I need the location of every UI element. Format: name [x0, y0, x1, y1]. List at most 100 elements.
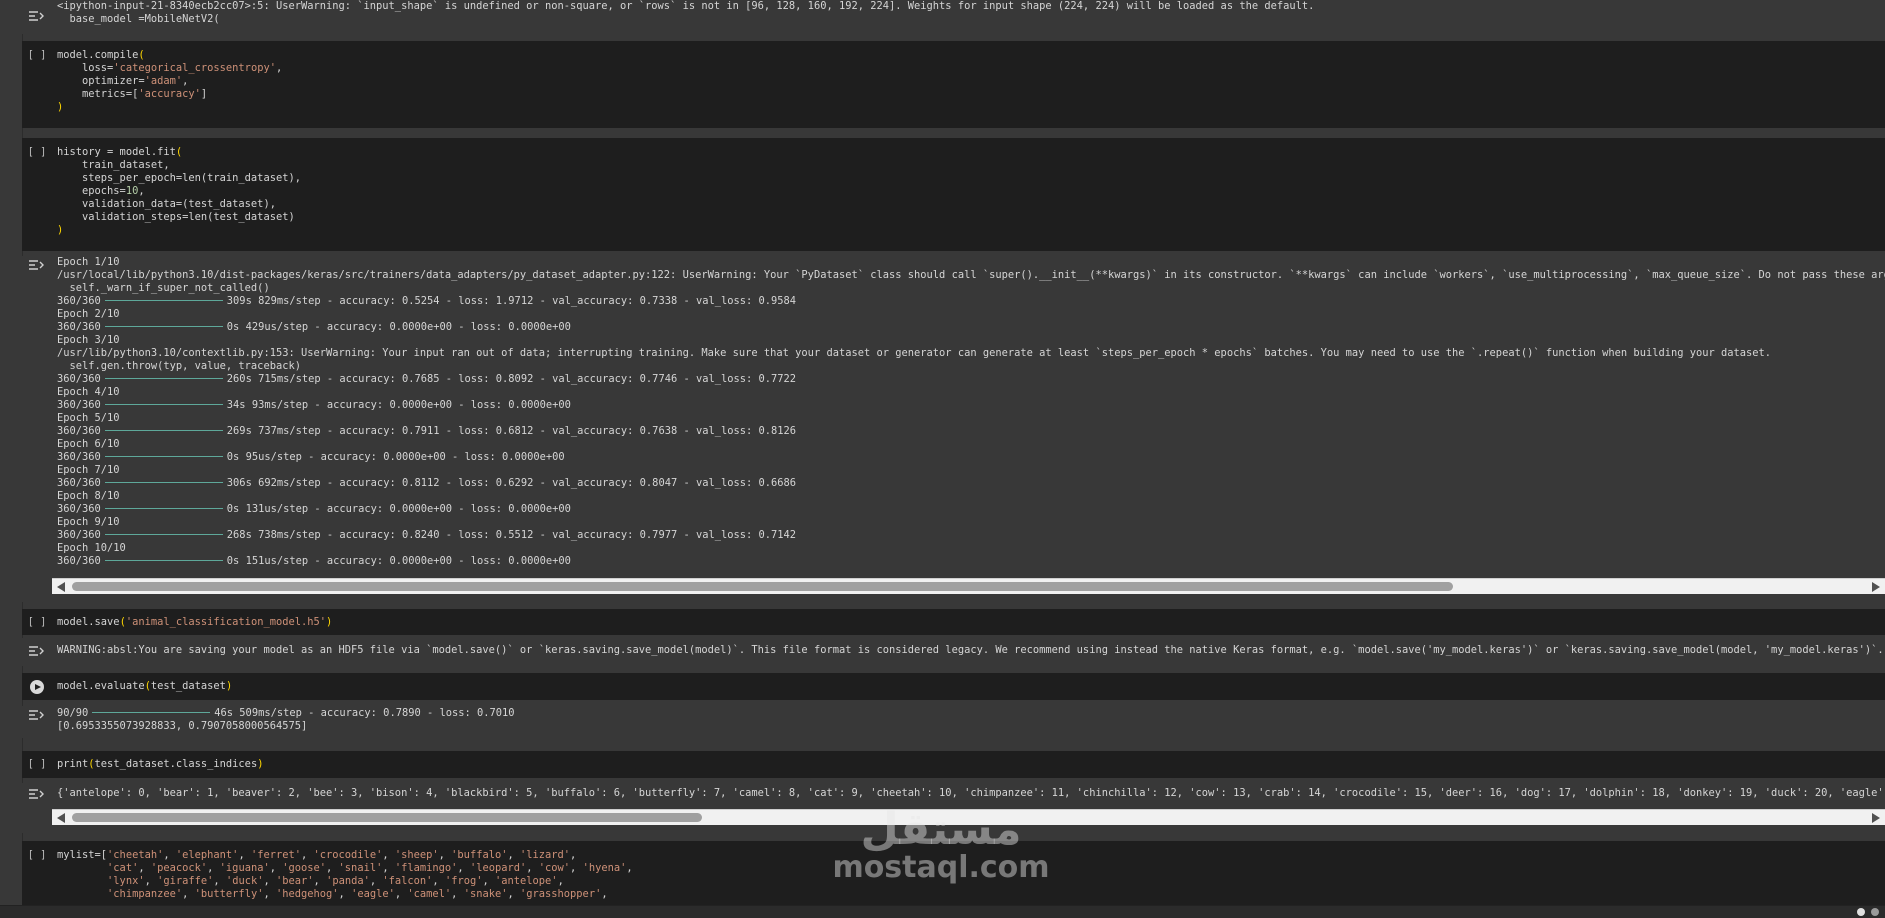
- code-text: ,: [144, 875, 158, 887]
- string-literal: 'iguana': [219, 862, 270, 874]
- progress-metrics: 268s 738ms/step - accuracy: 0.8240 - los…: [226, 529, 797, 541]
- code-line: train_dataset,: [57, 159, 170, 171]
- string-literal: 'grasshopper': [520, 888, 602, 900]
- string-literal: 'sheep': [394, 849, 439, 861]
- code-text: ,: [507, 888, 520, 900]
- horizontal-scrollbar[interactable]: [52, 578, 1885, 594]
- output-line: [0.6953355073928833, 0.7907058000564575]: [57, 720, 308, 732]
- progress-metrics: 0s 429us/step - accuracy: 0.0000e+00 - l…: [226, 321, 571, 333]
- string-literal: 'antelope': [495, 875, 558, 887]
- output-toggle-icon[interactable]: [27, 258, 47, 272]
- cell-run-indicator[interactable]: [ ]: [22, 616, 52, 628]
- string-literal: 'cow': [538, 862, 571, 874]
- progress-bar: [92, 711, 211, 713]
- progress-bar: [104, 325, 223, 327]
- bracket: ): [257, 758, 264, 770]
- string-literal: 'cat': [107, 862, 139, 874]
- code-cell-compile[interactable]: [ ] model.compile( loss='categorical_cro…: [22, 41, 1885, 128]
- progress-bar: [104, 299, 223, 301]
- cell-run-indicator[interactable]: [ ]: [22, 49, 52, 61]
- status-bar: [0, 905, 1885, 918]
- code-text: ,: [438, 849, 452, 861]
- string-literal: 'flamingo': [394, 862, 458, 874]
- string-literal: 'butterfly': [194, 888, 264, 900]
- code-line: model.evaluate(test_dataset): [57, 680, 233, 692]
- play-icon[interactable]: [30, 680, 44, 694]
- string-literal: 'accuracy': [138, 88, 201, 100]
- progress-bar: [104, 533, 223, 535]
- code-text: ,: [207, 862, 220, 874]
- output-toggle-icon[interactable]: [27, 9, 47, 23]
- string-literal: 'snake': [463, 888, 508, 900]
- scroll-left-arrow-icon[interactable]: [57, 813, 65, 823]
- code-text: ,: [138, 862, 151, 874]
- code-line: loss='categorical_crossentropy',: [57, 62, 283, 74]
- code-text: ,: [451, 888, 464, 900]
- bracket: (: [138, 49, 145, 61]
- output-line: {'antelope': 0, 'bear': 1, 'beaver': 2, …: [57, 787, 1885, 799]
- output-line: Epoch 1/10: [57, 256, 120, 268]
- code-text: ,: [557, 875, 564, 887]
- code-cell-print[interactable]: [ ] print(test_dataset.class_indices): [22, 751, 1885, 778]
- string-literal: 'lynx': [107, 875, 145, 887]
- scrollbar-thumb[interactable]: [72, 813, 702, 822]
- code-line: validation_data=(test_dataset),: [57, 198, 276, 210]
- string-literal: 'ferret': [250, 849, 301, 861]
- progress-line: 360/360 269s 737ms/step - accuracy: 0.791…: [57, 425, 1885, 438]
- scroll-right-arrow-icon[interactable]: [1872, 813, 1880, 823]
- watermark-latin: mostaql.com: [832, 850, 1050, 885]
- output-toggle-icon[interactable]: [27, 787, 47, 801]
- code-cell-evaluate[interactable]: model.evaluate(test_dataset): [22, 673, 1885, 700]
- output-line: WARNING:absl:You are saving your model a…: [57, 644, 1884, 656]
- code-cell-save[interactable]: [ ] model.save('animal_classification_mo…: [22, 609, 1885, 635]
- scrollbar-thumb[interactable]: [72, 582, 1453, 591]
- string-literal: 'cheetah': [107, 849, 164, 861]
- code-text: ,: [382, 849, 395, 861]
- output-line: Epoch 7/10: [57, 464, 120, 476]
- progress-bar: [104, 481, 223, 483]
- output-toggle-icon[interactable]: [27, 708, 47, 722]
- output-line: /usr/local/lib/python3.10/dist-packages/…: [57, 269, 1885, 281]
- output-line: Epoch 10/10: [57, 542, 126, 554]
- string-literal: 'adam': [144, 75, 183, 87]
- code-text: ,: [601, 888, 608, 900]
- output-line: <ipython-input-21-8340ecb2cc07>:5: UserW…: [57, 0, 1315, 12]
- cell-run-indicator[interactable]: [ ]: [22, 758, 52, 770]
- progress-count: 360/360: [57, 477, 101, 489]
- output-line: Epoch 9/10: [57, 516, 120, 528]
- progress-metrics: 309s 829ms/step - accuracy: 0.5254 - los…: [226, 295, 797, 307]
- output-line: self.gen.throw(typ, value, traceback): [57, 360, 301, 372]
- code-line: 'chimpanzee', 'butterfly', 'hedgehog', '…: [57, 888, 1885, 901]
- code-text: ,: [338, 888, 352, 900]
- progress-line: 360/360 306s 692ms/step - accuracy: 0.811…: [57, 477, 1885, 490]
- progress-line: 360/360 0s 131us/step - accuracy: 0.0000e…: [57, 503, 1885, 516]
- code-text: ,: [526, 862, 539, 874]
- output-toggle-icon[interactable]: [27, 644, 47, 658]
- output-line: self._warn_if_super_not_called(): [57, 282, 270, 294]
- code-line: validation_steps=len(test_dataset): [57, 211, 295, 223]
- watermark-arabic: مستقل: [860, 804, 1022, 855]
- progress-metrics: 260s 715ms/step - accuracy: 0.7685 - los…: [226, 373, 797, 385]
- progress-count: 360/360: [57, 503, 101, 515]
- left-gutter-strip: [0, 0, 23, 906]
- code-text: ,: [301, 849, 314, 861]
- status-indicator-icon: [1871, 908, 1879, 916]
- code-cell-fit[interactable]: [ ] history = model.fit( train_dataset, …: [22, 138, 1885, 251]
- scroll-left-arrow-icon[interactable]: [57, 582, 65, 592]
- scroll-right-arrow-icon[interactable]: [1872, 582, 1880, 592]
- code-text: test_dataset: [150, 680, 226, 692]
- progress-line: 360/360 34s 93ms/step - accuracy: 0.0000e…: [57, 399, 1885, 412]
- output-line: base_model =MobileNetV2(: [57, 13, 220, 25]
- cell-run-indicator[interactable]: [ ]: [22, 849, 52, 861]
- code-line: model.compile(: [57, 49, 1885, 62]
- cell-run-indicator[interactable]: [ ]: [22, 146, 52, 158]
- string-literal: 'crocodile': [313, 849, 383, 861]
- code-text: ,: [369, 875, 383, 887]
- code-line: model.save('animal_classification_model.…: [57, 616, 333, 628]
- string-literal: 'hyena': [582, 862, 627, 874]
- string-literal: 'panda': [326, 875, 370, 887]
- code-text: ,: [238, 849, 251, 861]
- progress-count: 360/360: [57, 451, 101, 463]
